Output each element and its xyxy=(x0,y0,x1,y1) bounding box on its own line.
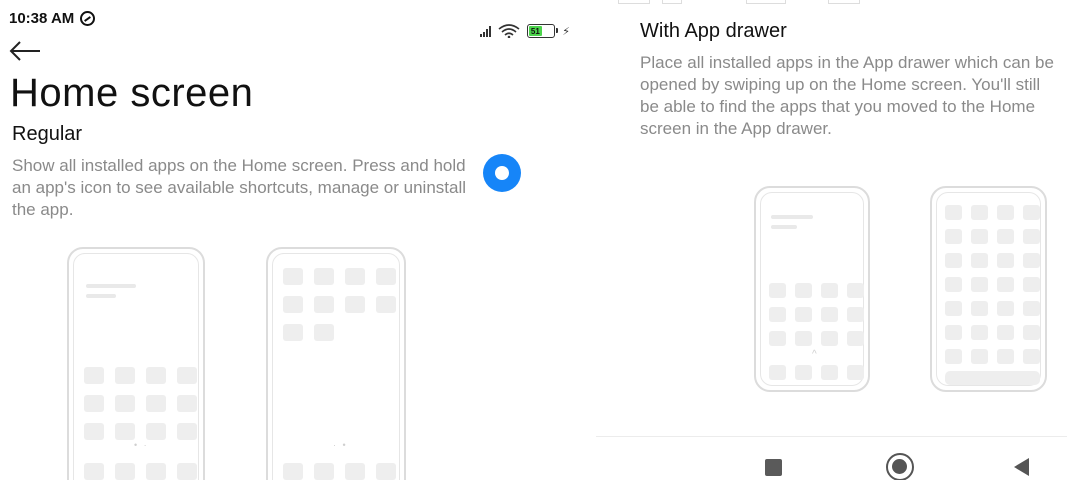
page-title: Home screen xyxy=(10,71,254,115)
battery-icon: 51 xyxy=(527,24,559,38)
cut-off-preview-edge xyxy=(618,0,650,4)
cut-off-preview-edge xyxy=(746,0,786,4)
home-screen-preview-phone: • · xyxy=(67,247,205,480)
status-bar-left: 10:38 AM xyxy=(9,10,96,27)
option-app-drawer-description: Place all installed apps in the App draw… xyxy=(640,53,1054,138)
recents-icon[interactable] xyxy=(765,459,782,476)
option-regular-description: Show all installed apps on the Home scre… xyxy=(12,156,467,219)
battery-level: 51 xyxy=(529,26,542,36)
cut-off-preview-edge xyxy=(828,0,860,4)
nav-bar-divider xyxy=(596,436,1067,437)
app-drawer-preview-phone xyxy=(930,186,1047,392)
app-drawer-home-preview-phone: ^ xyxy=(754,186,870,392)
option-regular-radio-button[interactable] xyxy=(483,154,521,192)
cut-off-preview-edge xyxy=(662,0,682,4)
nav-back-icon[interactable] xyxy=(1014,458,1029,476)
status-time: 10:38 AM xyxy=(9,10,75,27)
home-screen-settings-panel: 10:38 AM 51 ⚡ Home screen Regular Show a… xyxy=(0,0,590,480)
back-arrow-icon[interactable] xyxy=(8,38,42,64)
app-drawer-settings-panel: With App drawer Place all installed apps… xyxy=(596,0,1067,480)
home-screen-second-page-preview-phone: · • xyxy=(266,247,406,480)
signal-icon xyxy=(480,25,492,37)
home-icon[interactable] xyxy=(886,453,914,480)
charging-icon: ⚡ xyxy=(562,25,570,38)
wifi-icon xyxy=(498,24,520,38)
do-not-disturb-icon xyxy=(80,11,96,26)
status-bar-right: 51 ⚡ xyxy=(480,24,570,38)
option-app-drawer-title: With App drawer xyxy=(640,20,787,42)
option-regular-title: Regular xyxy=(12,123,83,145)
